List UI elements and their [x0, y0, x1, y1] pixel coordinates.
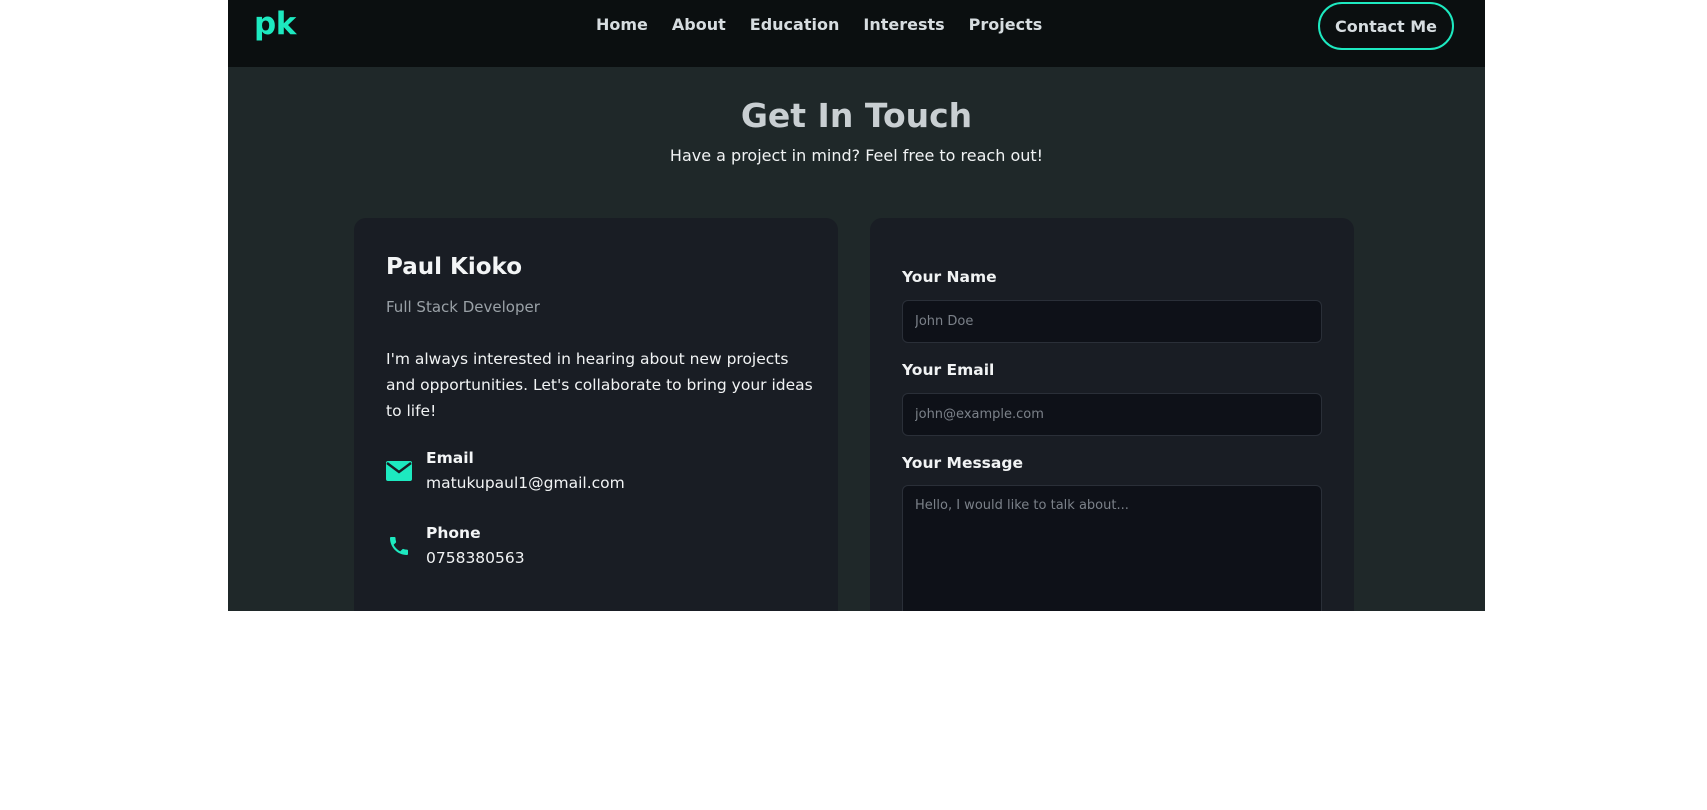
contact-bio: I'm always interested in hearing about n… [386, 350, 813, 420]
page-viewport: pk Home About Education Interests Projec… [228, 0, 1485, 611]
nav-menu: Home About Education Interests Projects [596, 14, 1042, 36]
logo[interactable]: pk [254, 6, 296, 42]
name-field-label: Your Name [902, 268, 997, 286]
email-contact-row: Email matukupaul1@gmail.com [386, 446, 625, 496]
nav-about-link[interactable]: About [672, 14, 726, 36]
contact-name: Paul Kioko [386, 254, 523, 280]
email-field-label: Your Email [902, 361, 995, 379]
message-textarea[interactable] [902, 485, 1322, 611]
section-title: Get In Touch [740, 96, 973, 135]
phone-contact-text: Phone 0758380563 [426, 521, 525, 571]
email-contact-text: Email matukupaul1@gmail.com [426, 446, 625, 496]
email-input[interactable] [902, 393, 1322, 436]
contact-form-card: Your Name Your Email Your Message [870, 218, 1354, 611]
message-field-label: Your Message [902, 454, 1023, 472]
envelope-icon [386, 458, 412, 484]
phone-icon [386, 533, 412, 559]
phone-value[interactable]: 0758380563 [426, 546, 525, 571]
phone-label: Phone [426, 524, 481, 542]
contact-info-card: Paul Kioko Full Stack Developer I'm alwa… [354, 218, 838, 611]
nav-interests-link[interactable]: Interests [863, 14, 944, 36]
nav-home-link[interactable]: Home [596, 14, 648, 36]
email-label: Email [426, 449, 474, 467]
name-input[interactable] [902, 300, 1322, 343]
section-subtitle: Have a project in mind? Feel free to rea… [669, 146, 1044, 165]
navbar: pk Home About Education Interests Projec… [228, 0, 1485, 67]
nav-projects-link[interactable]: Projects [969, 14, 1043, 36]
contact-role: Full Stack Developer [386, 298, 540, 316]
email-value[interactable]: matukupaul1@gmail.com [426, 471, 625, 496]
contact-me-button[interactable]: Contact Me [1318, 2, 1454, 50]
phone-contact-row: Phone 0758380563 [386, 521, 525, 571]
nav-education-link[interactable]: Education [750, 14, 840, 36]
